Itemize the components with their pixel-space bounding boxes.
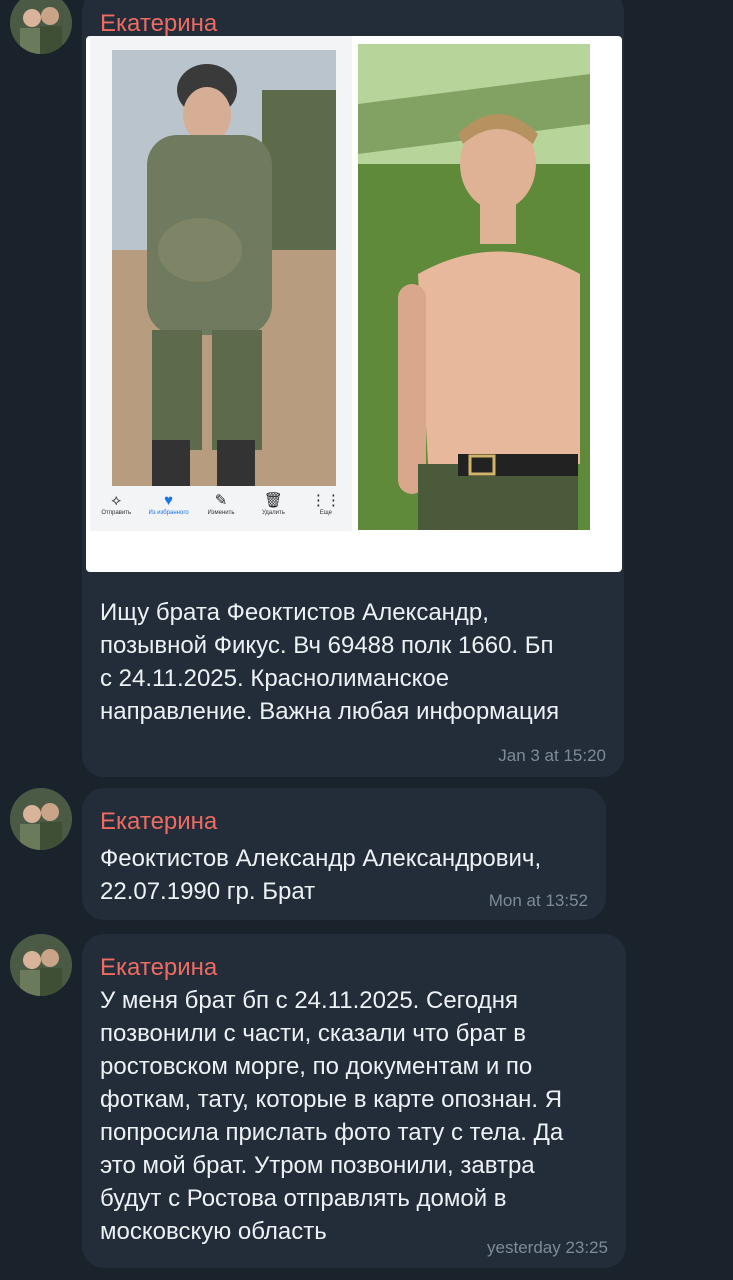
more-icon: ⋮⋮ bbox=[310, 492, 341, 509]
sender-name[interactable]: Екатерина bbox=[100, 954, 217, 982]
message-time: yesterday 23:25 bbox=[487, 1238, 608, 1257]
share-button[interactable]: ⟡ Отправить bbox=[90, 488, 142, 531]
message-bubble[interactable]: Екатерина ⟡ Отправить ♥ Из избранного ✎ … bbox=[82, 0, 624, 777]
heart-icon: ♥ bbox=[164, 492, 174, 509]
share-icon: ⟡ bbox=[111, 492, 122, 509]
screenshot-image: ⟡ Отправить ♥ Из избранного ✎ Изменить 🗑 Уда… bbox=[90, 36, 352, 531]
message-text[interactable]: Ищу брата Феоктистов Александр, позывной… bbox=[100, 596, 610, 728]
edit-icon: ✎ bbox=[214, 492, 228, 509]
more-button[interactable]: ⋮⋮ Еще bbox=[300, 488, 352, 531]
message-bubble[interactable]: Екатерина У меня брат бп с 24.11.2025. С… bbox=[82, 934, 626, 1268]
message-time: Mon at 13:52 bbox=[488, 891, 588, 910]
photo-attachment[interactable]: ⟡ Отправить ♥ Из избранного ✎ Изменить 🗑 Уда… bbox=[86, 36, 622, 572]
delete-button[interactable]: 🗑 Удалить bbox=[247, 488, 299, 531]
edit-button[interactable]: ✎ Изменить bbox=[195, 488, 247, 531]
sender-name[interactable]: Екатерина bbox=[100, 808, 217, 836]
message-time: Jan 3 at 15:20 bbox=[498, 746, 606, 765]
photo-toolbar: ⟡ Отправить ♥ Из избранного ✎ Изменить 🗑 Уда… bbox=[90, 488, 352, 531]
avatar[interactable] bbox=[10, 934, 72, 996]
message-text[interactable]: У меня брат бп с 24.11.2025. Сегодня поз… bbox=[100, 984, 620, 1248]
sender-name[interactable]: Екатерина bbox=[100, 10, 217, 38]
shirtless-man-photo bbox=[358, 44, 590, 530]
avatar[interactable] bbox=[10, 788, 72, 850]
trash-icon: 🗑 bbox=[263, 492, 283, 509]
avatar[interactable] bbox=[10, 0, 72, 54]
message-bubble[interactable]: Екатерина Феоктистов Александр Александр… bbox=[82, 788, 606, 920]
favorite-button[interactable]: ♥ Из избранного bbox=[142, 488, 194, 531]
soldier-photo bbox=[112, 50, 336, 486]
